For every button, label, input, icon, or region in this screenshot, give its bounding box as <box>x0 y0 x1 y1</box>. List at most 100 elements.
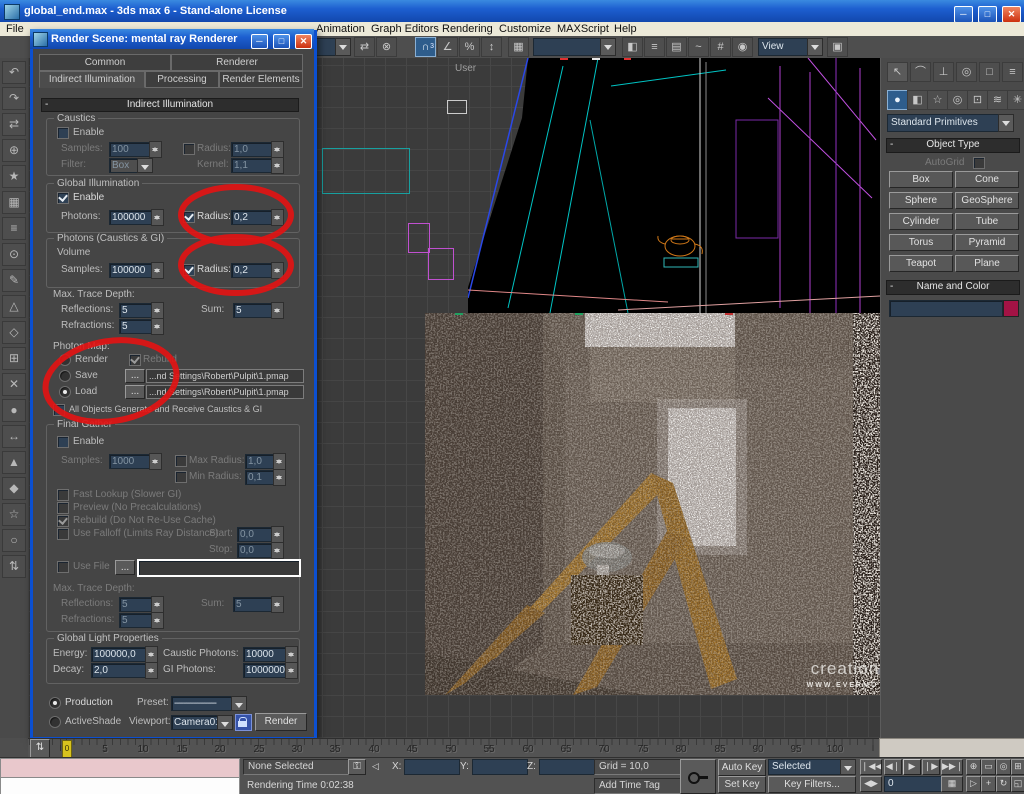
close-icon[interactable]: ✕ <box>1002 6 1021 23</box>
x-coordinate-field[interactable] <box>404 759 460 775</box>
production-radio[interactable] <box>49 697 61 709</box>
star-tool-icon[interactable]: ☆ <box>2 503 26 526</box>
menu-customize[interactable]: Customize <box>499 22 551 36</box>
fg-file-field[interactable] <box>137 559 301 577</box>
previous-frame-icon[interactable]: ◀❘ <box>884 759 902 775</box>
dropdown-arrow-icon[interactable] <box>807 38 823 56</box>
fg-use-file-checkbox[interactable] <box>57 561 69 573</box>
utilities-tab-icon[interactable]: ≡ <box>1002 62 1023 82</box>
photons-radius-spinner[interactable] <box>271 262 284 279</box>
activeshade-radio[interactable] <box>49 716 61 728</box>
save-browse-button[interactable]: ... <box>125 369 145 383</box>
align-tool-icon[interactable]: △ <box>2 295 26 318</box>
create-teapot-button[interactable]: Teapot <box>889 255 953 272</box>
layers-icon[interactable]: ≡ <box>2 217 26 240</box>
gi-photons-spinner[interactable] <box>151 209 164 226</box>
arc-rotate-icon[interactable]: ↻ <box>996 776 1011 792</box>
energy-field[interactable]: 100000,0 <box>91 647 149 662</box>
fg-stop-field[interactable]: 0,0 <box>237 543 275 558</box>
zoom-all-icon[interactable]: ▭ <box>981 759 996 775</box>
category-dropdown[interactable]: Standard Primitives <box>887 114 1005 132</box>
delete-icon[interactable]: ✕ <box>2 373 26 396</box>
fg-samples-field[interactable]: 1000 <box>109 454 153 469</box>
save-path-field[interactable]: ...nd Settings\Robert\Pulpit\1.pmap <box>146 369 304 383</box>
autogrid-checkbox[interactable] <box>973 157 985 169</box>
photons-samples-spinner[interactable] <box>151 262 164 279</box>
energy-spinner[interactable] <box>145 646 158 663</box>
refractions-spinner[interactable] <box>151 318 164 335</box>
create-plane-button[interactable]: Plane <box>955 255 1019 272</box>
refractions-field[interactable]: 5 <box>119 319 155 334</box>
systems-icon[interactable]: ✳ <box>1007 90 1024 110</box>
fg-samples-spinner[interactable] <box>149 453 162 470</box>
dropdown-arrow-icon[interactable] <box>840 759 856 775</box>
selection-set-dropdown[interactable]: Selected <box>768 759 846 775</box>
photon-map-rebuild-checkbox[interactable] <box>129 354 141 366</box>
indirect-illumination-rollout[interactable]: -Indirect Illumination <box>41 98 299 112</box>
select-and-link-icon[interactable]: ⇄ <box>354 37 375 57</box>
viewport-lock-icon[interactable] <box>235 714 252 731</box>
create-pyramid-button[interactable]: Pyramid <box>955 234 1019 251</box>
fg-enable-checkbox[interactable] <box>57 436 69 448</box>
key-mode-toggle-icon[interactable]: ◀▶ <box>860 776 882 792</box>
dialog-minimize-icon[interactable]: ─ <box>251 34 268 49</box>
menu-graph-editors[interactable]: Graph Editors <box>371 22 439 36</box>
create-box-button[interactable]: Box <box>889 171 953 188</box>
load-browse-button[interactable]: ... <box>125 385 145 399</box>
dropdown-arrow-icon[interactable] <box>335 38 351 56</box>
create-sphere-button[interactable]: Sphere <box>889 192 953 209</box>
circle-tool-icon[interactable]: ○ <box>2 529 26 552</box>
spinner-snap-icon[interactable]: ↕ <box>481 37 502 57</box>
current-frame-field[interactable]: 0 <box>884 776 944 792</box>
gi-photons-count-field[interactable]: 1000000 <box>243 663 289 678</box>
photon-map-load-radio[interactable] <box>59 386 71 398</box>
dropdown-arrow-icon[interactable] <box>137 158 153 173</box>
create-cylinder-button[interactable]: Cylinder <box>889 213 953 230</box>
photon-map-render-radio[interactable] <box>59 354 71 366</box>
time-config-icon[interactable]: ▦ <box>941 776 963 792</box>
named-sets-icon[interactable]: ▦ <box>2 191 26 214</box>
fg-file-browse-button[interactable]: ... <box>115 560 135 575</box>
absolute-mode-icon[interactable]: ◁ <box>372 761 379 772</box>
redo-icon[interactable]: ↷ <box>2 87 26 110</box>
dropdown-arrow-icon[interactable] <box>600 38 616 56</box>
fg-start-field[interactable]: 0,0 <box>237 527 275 542</box>
pan-tool-icon[interactable]: ↔ <box>2 425 26 448</box>
cameras-icon[interactable]: ◎ <box>947 90 968 110</box>
layer-manager-icon[interactable]: ▤ <box>666 37 687 57</box>
photons-samples-field[interactable]: 100000 <box>109 263 155 278</box>
menu-file[interactable]: File <box>6 22 24 36</box>
sum-field[interactable]: 5 <box>233 303 275 318</box>
dialog-close-icon[interactable]: ✕ <box>295 34 312 49</box>
minimize-icon[interactable]: ─ <box>954 6 973 23</box>
fg-preview-checkbox[interactable] <box>57 502 69 514</box>
render-last-icon[interactable]: ▣ <box>827 37 848 57</box>
menu-rendering[interactable]: Rendering <box>442 22 493 36</box>
viewport-dropdown[interactable]: Camera01 <box>171 715 221 730</box>
set-key-button[interactable]: Set Key <box>718 776 766 793</box>
percent-snap-icon[interactable]: % <box>459 37 480 57</box>
spacewarps-icon[interactable]: ≋ <box>987 90 1008 110</box>
angle-snap-icon[interactable]: ∠ <box>437 37 458 57</box>
mirror-icon[interactable]: ◧ <box>622 37 643 57</box>
next-frame-icon[interactable]: ❘▶ <box>922 759 940 775</box>
tab-renderer[interactable]: Renderer <box>171 54 303 71</box>
z-coordinate-field[interactable] <box>539 759 595 775</box>
load-path-field[interactable]: ...nd Settings\Robert\Pulpit\1.pmap <box>146 385 304 399</box>
create-torus-button[interactable]: Torus <box>889 234 953 251</box>
dialog-titlebar[interactable]: Render Scene: mental ray Renderer ─ □ ✕ <box>30 29 314 49</box>
render-button[interactable]: Render <box>255 713 307 731</box>
geometry-icon[interactable]: ● <box>887 90 908 110</box>
macro-recorder-field[interactable] <box>0 758 240 778</box>
fg-rebuild-checkbox[interactable] <box>57 515 69 527</box>
tab-render-elements[interactable]: Render Elements <box>219 71 303 88</box>
all-objects-checkbox[interactable] <box>53 404 65 416</box>
caustics-radius-spinner[interactable] <box>271 141 284 158</box>
gi-radius-spinner[interactable] <box>271 209 284 226</box>
motion-tab-icon[interactable]: ◎ <box>956 62 977 82</box>
object-type-rollout[interactable]: -Object Type <box>886 138 1020 153</box>
object-name-field[interactable] <box>889 300 1003 317</box>
array-icon[interactable]: ✎ <box>2 269 26 292</box>
object-color-swatch[interactable] <box>1003 300 1019 317</box>
dropdown-arrow-icon[interactable] <box>217 715 233 730</box>
